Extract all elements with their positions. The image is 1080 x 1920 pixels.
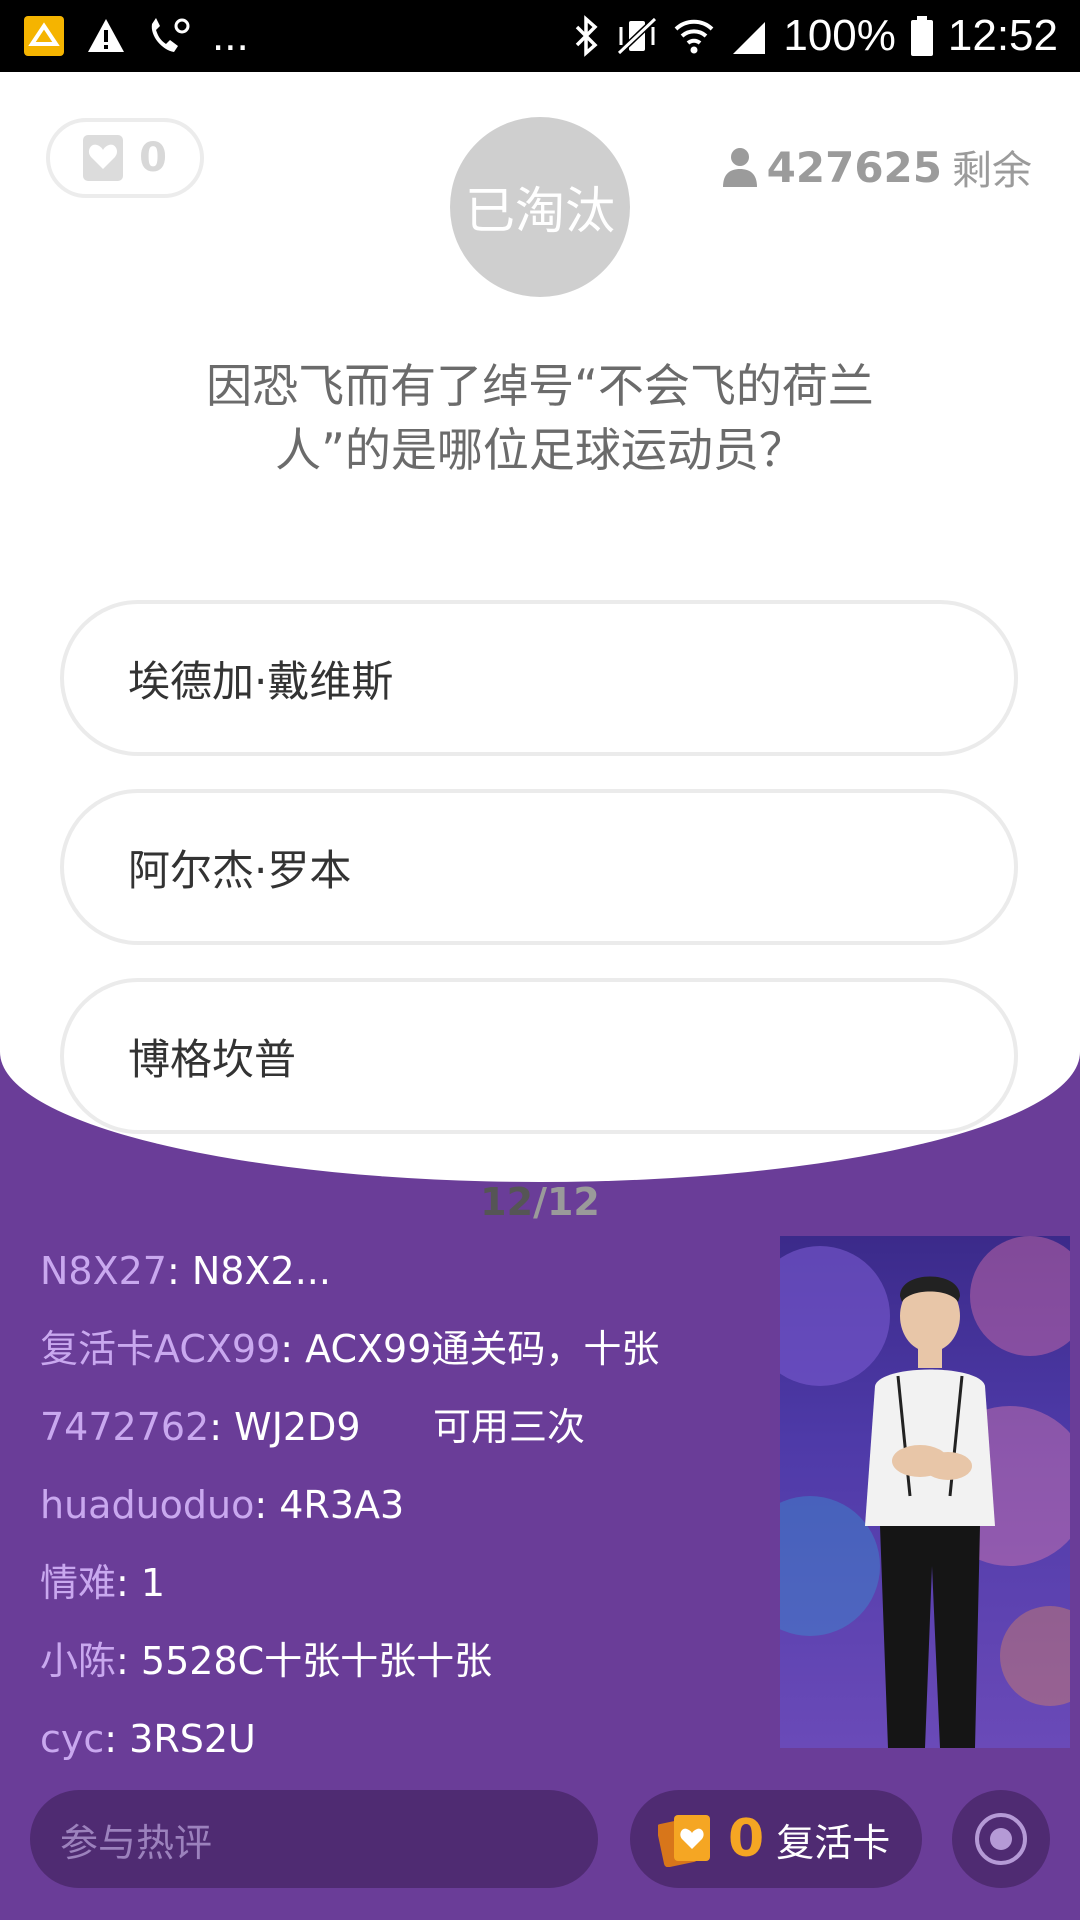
revive-label: 复活卡 (776, 1820, 891, 1865)
wifi-icon (673, 15, 715, 57)
target-icon (973, 1811, 1029, 1867)
eliminated-badge: 已淘汰 (450, 117, 630, 297)
remaining-label: 剩余 (952, 148, 1032, 194)
warning-icon (86, 16, 126, 56)
revive-count: 0 (728, 1809, 765, 1869)
comment-placeholder: 参与热评 (60, 1820, 213, 1865)
lives-count: 0 (139, 135, 167, 181)
comment-text: : 3RS2U (104, 1717, 256, 1761)
vibrate-mute-icon (615, 15, 659, 57)
record-button[interactable] (952, 1790, 1050, 1888)
signal-icon (729, 16, 769, 56)
wifi-call-icon (146, 16, 192, 56)
answer-option-3[interactable]: 博格坎普 (60, 978, 1018, 1134)
comment-text: : 5528C十张十张十张 (116, 1639, 493, 1683)
comment-user: 7472762 (40, 1405, 210, 1449)
bluetooth-icon (573, 15, 601, 57)
status-bar: ... 100% 12:52 (0, 0, 1080, 72)
answer-option-label: 阿尔杰·罗本 (128, 845, 352, 895)
comment-user: cyc (40, 1717, 105, 1761)
comment-user: huaduoduo (40, 1483, 255, 1527)
comment-text: : 4R3A3 (254, 1483, 405, 1527)
answer-option-2[interactable]: 阿尔杰·罗本 (60, 789, 1018, 945)
remaining-players: 427625 剩余 (722, 138, 1032, 196)
revive-card-icon (658, 1811, 716, 1867)
host-video[interactable] (780, 1236, 1070, 1748)
more-notifications: ... (212, 11, 249, 60)
app-notification-icon (22, 14, 66, 58)
comment-item: 情难: 1 (40, 1544, 760, 1622)
battery-percentage: 100% (783, 11, 896, 60)
comment-text: : WJ2D9 可用三次 (209, 1405, 586, 1449)
progress-total: /12 (533, 1180, 600, 1224)
comment-item: N8X27: N8X2... (40, 1232, 760, 1310)
comment-text: : N8X2... (167, 1249, 331, 1293)
remaining-count: 427625 (766, 142, 942, 192)
lives-indicator: 0 (46, 118, 204, 198)
answer-option-label: 埃德加·戴维斯 (128, 656, 394, 706)
question-text: 因恐飞而有了绰号“不会飞的荷兰人”的是哪位足球运动员？ (206, 359, 874, 477)
progress-current: 12 (480, 1180, 534, 1224)
person-icon (722, 147, 757, 187)
comment-item: 小陈: 5528C十张十张十张 (40, 1622, 760, 1700)
answer-option-label: 博格坎普 (128, 1034, 297, 1084)
clock: 12:52 (947, 11, 1058, 60)
answer-option-1[interactable]: 埃德加·戴维斯 (60, 600, 1018, 756)
comment-item: huaduoduo: 4R3A3 (40, 1466, 760, 1544)
comment-user: N8X27 (40, 1249, 167, 1293)
comment-user: 情难 (40, 1561, 117, 1605)
comment-input[interactable]: 参与热评 (30, 1790, 598, 1888)
revive-card-button[interactable]: 0 复活卡 (630, 1790, 922, 1888)
comment-user: 小陈 (40, 1639, 117, 1683)
heart-card-icon (83, 135, 124, 181)
comment-text: : 1 (116, 1561, 166, 1605)
comment-item: 复活卡ACX99: ACX99通关码，十张 (40, 1310, 760, 1388)
host-video-frame (780, 1236, 1070, 1748)
question-progress: 12/12 (0, 1180, 1080, 1224)
comment-item: 7472762: WJ2D9 可用三次 (40, 1388, 760, 1466)
battery-icon (910, 15, 934, 57)
comment-item: cyc: 3RS2U (40, 1700, 760, 1778)
comment-text: : ACX99通关码，十张 (280, 1327, 660, 1371)
comment-user: 复活卡ACX99 (40, 1327, 281, 1371)
comment-feed: N8X27: N8X2... 复活卡ACX99: ACX99通关码，十张 747… (40, 1232, 760, 1778)
